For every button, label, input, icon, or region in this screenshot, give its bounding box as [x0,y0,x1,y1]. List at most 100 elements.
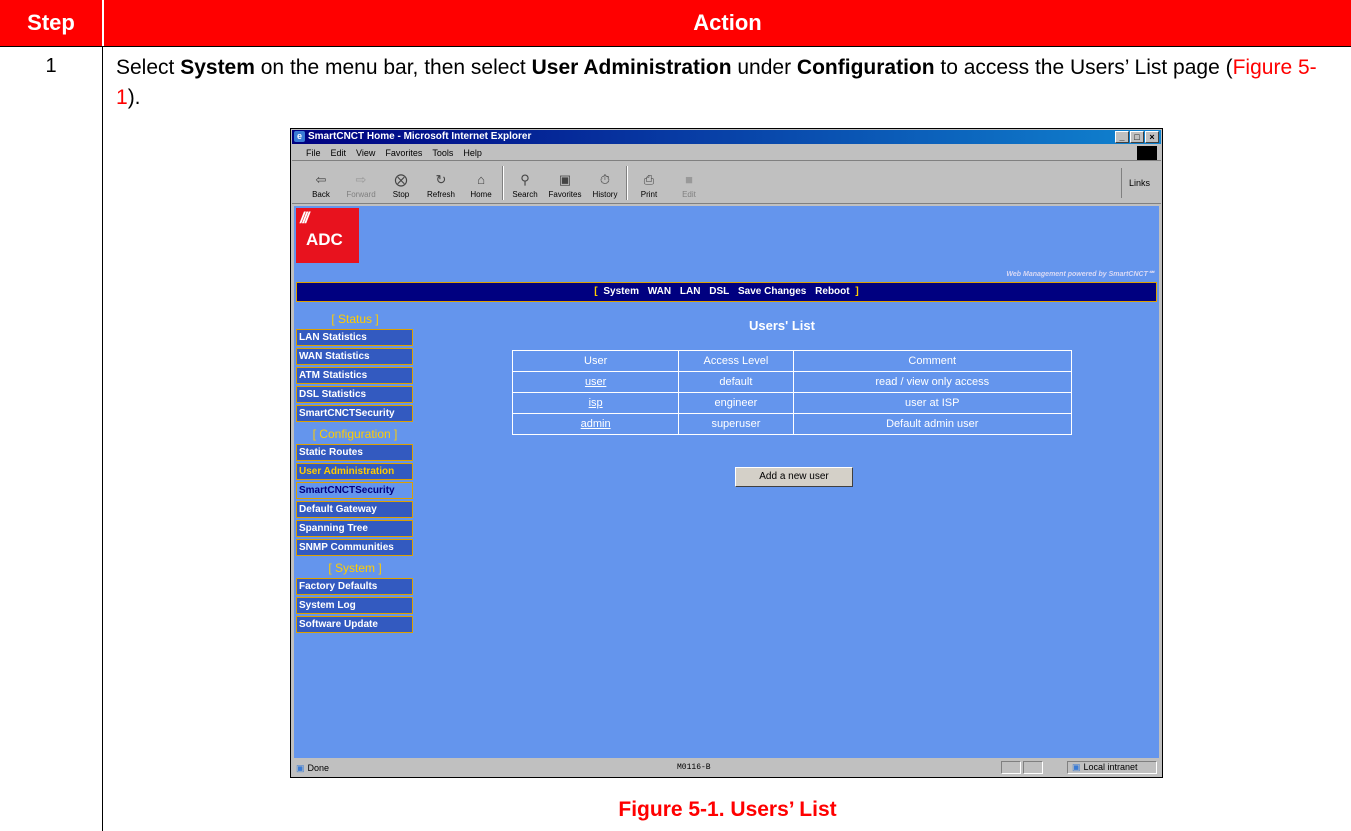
forward-button[interactable]: ⇨ Forward [342,162,380,202]
sidebar-item-static-routes[interactable]: Static Routes [296,444,413,461]
sidebar-item-spanning-tree[interactable]: Spanning Tree [296,520,413,537]
menu-help[interactable]: Help [463,145,482,160]
cell-access-level: engineer [678,392,794,414]
print-icon: ⎙ [643,172,655,187]
browser-window: e SmartCNCT Home - Microsoft Internet Ex… [290,128,1163,778]
user-link[interactable]: user [585,376,606,388]
procedure-table: Step Action 1 Select System on the menu … [0,0,1351,831]
instruction-part: under [731,56,797,79]
maximize-button[interactable]: □ [1130,131,1144,143]
forward-arrow-icon: ⇨ [355,172,367,187]
instruction-part: to access the Users’ List page ( [934,56,1233,79]
menu-favorites[interactable]: Favorites [385,145,422,160]
stop-button[interactable]: ⨂ Stop [382,162,420,202]
stop-label: Stop [392,190,410,199]
sidebar-item-smartcnct-security-config[interactable]: SmartCNCTSecurity [296,482,413,499]
nav-system[interactable]: System [603,286,639,297]
toolbar: ⇦ Back ⇨ Forward ⨂ Stop ↻ Refresh ⌂ Home ⚲ Sea… [292,162,1161,204]
menu-file[interactable]: File [306,145,321,160]
user-link[interactable]: isp [589,397,603,409]
print-button[interactable]: ⎙ Print [630,162,668,202]
page-content: /// ADC Web Management powered by SmartC… [294,206,1159,758]
window-controls: _ □ × [1115,131,1159,143]
menu-view[interactable]: View [356,145,375,160]
sidebar-item-software-update[interactable]: Software Update [296,616,413,633]
sidebar-item-system-log[interactable]: System Log [296,597,413,614]
history-button[interactable]: ⏱ History [586,162,624,202]
window-title: SmartCNCT Home - Microsoft Internet Expl… [308,131,532,142]
refresh-label: Refresh [426,190,455,199]
status-bar: Done M0116-B Local intranet [292,760,1161,776]
table-header-row: User Access Level Comment [511,350,1072,372]
ie-icon: e [294,131,305,142]
sidebar-item-default-gateway[interactable]: Default Gateway [296,501,413,518]
nav-reboot[interactable]: Reboot [815,286,849,297]
nav-dsl[interactable]: DSL [709,286,729,297]
table-row: isp engineer user at ISP [511,392,1072,414]
step-column-header: Step [0,0,102,46]
back-button[interactable]: ⇦ Back [302,162,340,202]
home-icon: ⌂ [477,172,485,187]
top-nav: [ System WAN LAN DSL Save Changes Reboot… [296,282,1157,302]
column-divider [102,46,103,831]
menu-tools[interactable]: Tools [432,145,453,160]
refresh-button[interactable]: ↻ Refresh [422,162,460,202]
favorites-label: Favorites [548,190,582,199]
column-header-comment: Comment [792,350,1072,372]
favorites-button[interactable]: ▣ Favorites [546,162,584,202]
logo-slashes: /// [300,210,309,227]
minimize-button[interactable]: _ [1115,131,1129,143]
instruction-bold-user-admin: User Administration [531,56,732,79]
instruction-part: ). [127,86,141,109]
sidebar: [ Status ] LAN Statistics WAN Statistics… [296,309,414,635]
edit-label: Edit [682,190,696,199]
header-divider [0,46,1351,47]
instruction-part: on the menu bar, then select [254,56,532,79]
windows-logo-icon [1137,146,1157,160]
refresh-icon: ↻ [435,172,447,187]
home-label: Home [470,190,492,199]
sidebar-item-wan-statistics[interactable]: WAN Statistics [296,348,413,365]
adc-logo: /// ADC [296,208,359,263]
back-label: Back [312,190,330,199]
sidebar-item-dsl-statistics[interactable]: DSL Statistics [296,386,413,403]
nav-save-changes[interactable]: Save Changes [738,286,806,297]
sidebar-item-atm-statistics[interactable]: ATM Statistics [296,367,413,384]
nav-wan[interactable]: WAN [648,286,671,297]
add-user-button[interactable]: Add a new user [735,467,853,487]
status-cell [1001,761,1021,774]
nav-bracket: [ [594,286,598,297]
stop-icon: ⨂ [394,172,408,187]
forward-label: Forward [346,190,376,199]
links-button[interactable]: Links [1121,168,1157,198]
back-arrow-icon: ⇦ [315,172,327,187]
nav-lan[interactable]: LAN [680,286,701,297]
search-label: Search [512,190,538,199]
search-icon: ⚲ [520,172,530,187]
nav-bracket: ] [855,286,859,297]
cell-user: user [511,371,680,393]
sidebar-heading-system: [ System ] [328,561,382,575]
cell-user: isp [511,392,680,414]
users-table: User Access Level Comment user default r… [511,350,1072,435]
column-header-user: User [511,350,680,372]
table-row: user default read / view only access [511,371,1072,393]
instruction-bold-configuration: Configuration [796,56,935,79]
sidebar-item-lan-statistics[interactable]: LAN Statistics [296,329,413,346]
status-center: M0116-B [677,763,711,772]
search-button[interactable]: ⚲ Search [506,162,544,202]
column-header-access-level: Access Level [678,350,794,372]
sidebar-item-smartcnct-security-status[interactable]: SmartCNCTSecurity [296,405,413,422]
close-button[interactable]: × [1145,131,1159,143]
edit-button[interactable]: ■ Edit [670,162,708,202]
sidebar-item-factory-defaults[interactable]: Factory Defaults [296,578,413,595]
sidebar-item-user-administration[interactable]: User Administration [296,463,413,480]
favorites-icon: ▣ [558,172,572,187]
menu-edit[interactable]: Edit [331,145,347,160]
instruction-text: Select System on the menu bar, then sele… [116,53,1336,113]
user-link[interactable]: admin [581,418,611,430]
sidebar-item-snmp-communities[interactable]: SNMP Communities [296,539,413,556]
cell-comment: user at ISP [792,392,1072,414]
home-button[interactable]: ⌂ Home [462,162,500,202]
figure-caption: Figure 5-1. Users’ List [618,798,837,821]
